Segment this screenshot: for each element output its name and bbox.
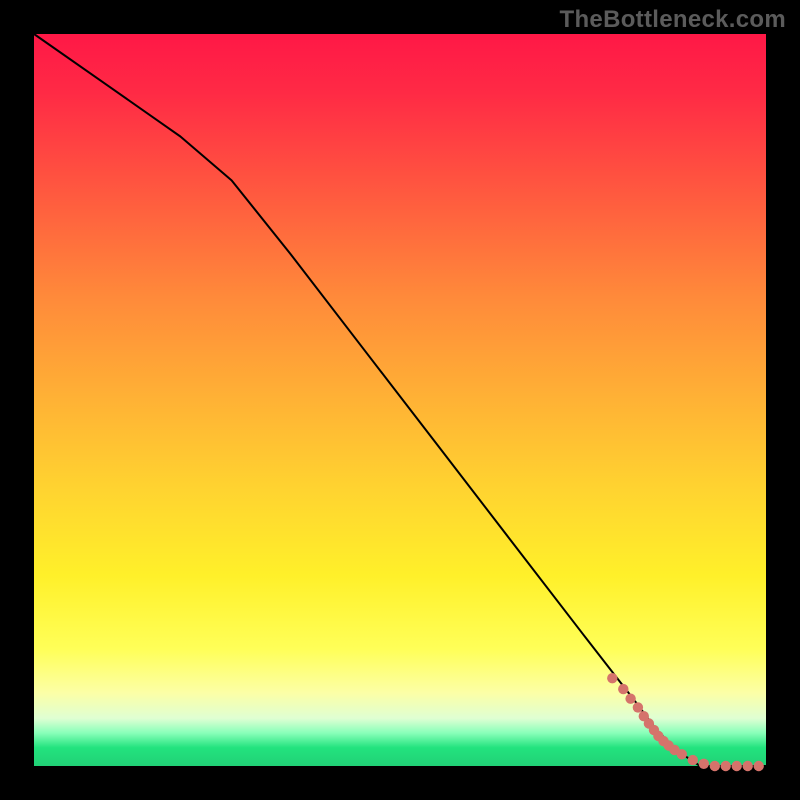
marker-point xyxy=(732,761,742,771)
marker-point xyxy=(677,749,687,759)
marker-point xyxy=(721,761,731,771)
marker-point xyxy=(633,702,643,712)
marker-group xyxy=(607,673,764,771)
bottleneck-curve xyxy=(34,34,766,766)
plot-area xyxy=(34,34,766,766)
marker-point xyxy=(754,761,764,771)
marker-point xyxy=(607,673,617,683)
marker-point xyxy=(710,761,720,771)
marker-point xyxy=(699,759,709,769)
marker-point xyxy=(743,761,753,771)
chart-overlay xyxy=(34,34,766,766)
marker-point xyxy=(625,694,635,704)
marker-point xyxy=(618,684,628,694)
watermark-text: TheBottleneck.com xyxy=(560,6,786,34)
marker-point xyxy=(688,755,698,765)
chart-frame: TheBottleneck.com xyxy=(0,0,800,800)
